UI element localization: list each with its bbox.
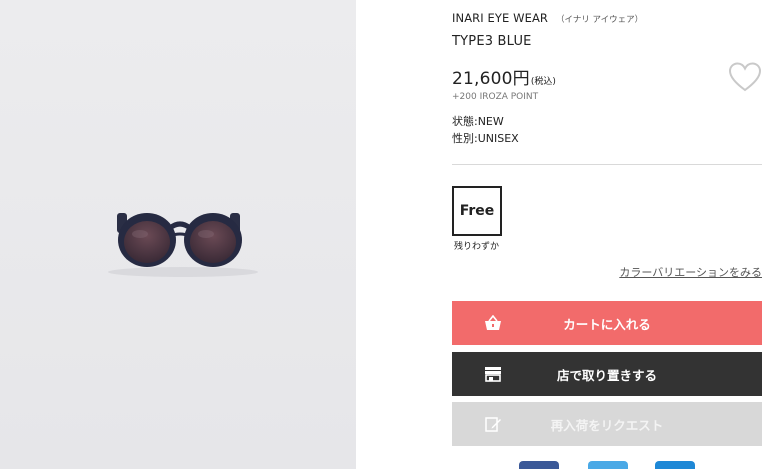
share-twitter-button[interactable] <box>588 461 628 469</box>
price: 21,600円 <box>452 69 530 89</box>
share-row <box>452 461 762 469</box>
gender: 性別:UNISEX <box>452 132 519 145</box>
share-line-button[interactable] <box>655 461 695 469</box>
edit-note-icon <box>485 417 501 432</box>
divider <box>452 164 762 165</box>
favorite-button[interactable] <box>728 61 762 95</box>
store-icon <box>485 367 501 382</box>
size-option-free[interactable]: Free <box>452 186 502 236</box>
color-variation-link[interactable]: カラーバリエーションをみる <box>619 264 762 280</box>
stock-note: 残りわずか <box>454 242 500 252</box>
basket-icon <box>485 315 501 330</box>
condition: 状態:NEW <box>452 115 504 128</box>
tax-note: (税込) <box>530 77 556 87</box>
product-name: TYPE3 BLUE <box>452 34 532 49</box>
heart-outline-icon <box>728 62 762 92</box>
share-facebook-button[interactable] <box>519 461 559 469</box>
brand-kana: （イナリ アイウェア） <box>556 15 644 25</box>
sunglasses-photo <box>108 213 258 277</box>
brand-line: INARI EYE WEAR （イナリ アイウェア） <box>452 7 643 26</box>
points: +200 IROZA POINT <box>452 92 539 102</box>
brand-name[interactable]: INARI EYE WEAR <box>452 11 548 25</box>
restock-request-button[interactable]: 再入荷をリクエスト <box>452 402 762 446</box>
price-line: 21,600円(税込) <box>452 64 556 89</box>
store-hold-button[interactable]: 店で取り置きする <box>452 352 762 396</box>
product-image[interactable] <box>0 0 356 469</box>
add-to-cart-button[interactable]: カートに入れる <box>452 301 762 345</box>
